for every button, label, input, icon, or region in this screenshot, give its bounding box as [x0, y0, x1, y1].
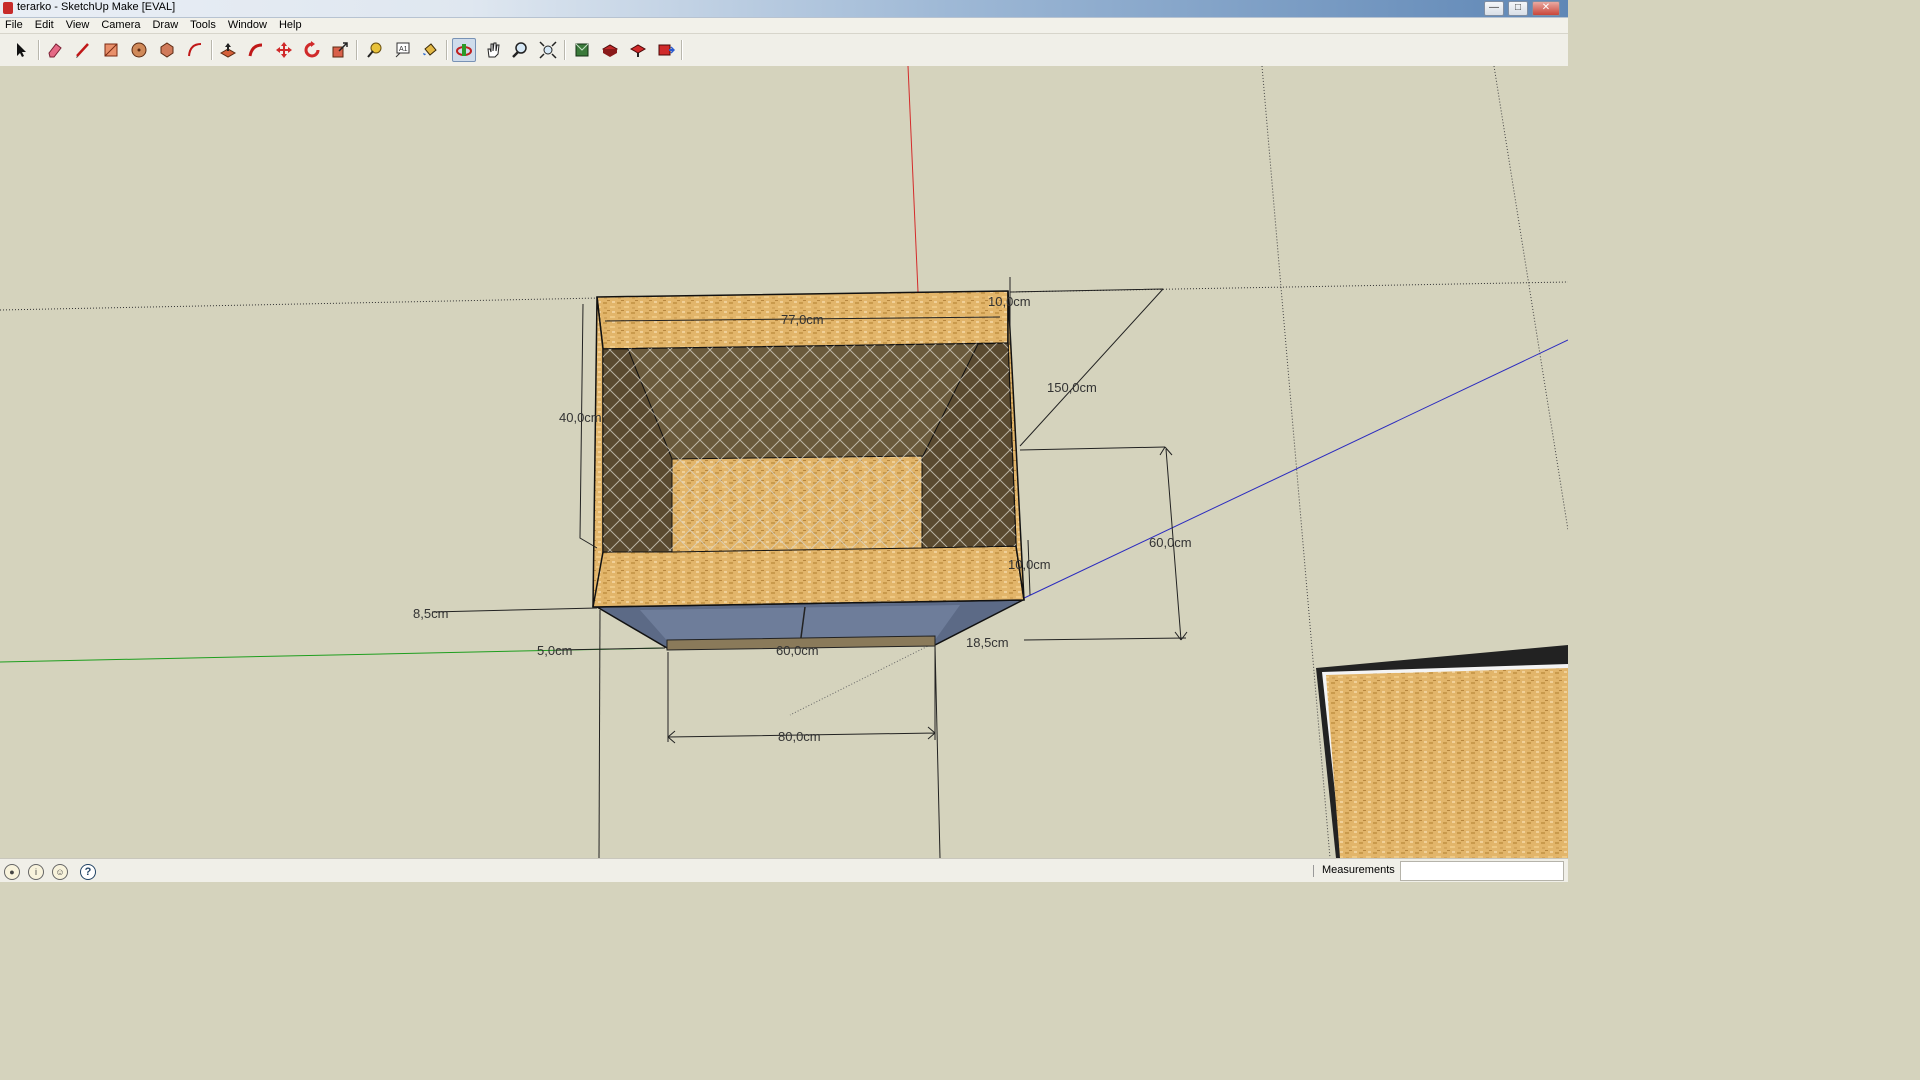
dimension-label[interactable]: 10,0cm	[1008, 557, 1051, 572]
text-label-icon[interactable]: A1	[390, 38, 414, 62]
dimension-label[interactable]: 77,0cm	[781, 312, 824, 327]
measurements-label: Measurements	[1322, 864, 1395, 876]
svg-text:A1: A1	[399, 46, 408, 53]
model-viewport[interactable]: 77,0cm 10,0cm 150,0cm 40,0cm 60,0cm 10,0…	[0, 66, 1568, 858]
blue-axis	[1019, 339, 1568, 601]
circle-icon[interactable]	[127, 38, 151, 62]
guide-line	[1261, 66, 1331, 858]
menu-tools[interactable]: Tools	[184, 18, 222, 33]
close-button[interactable]: ✕	[1532, 1, 1560, 16]
credits-icon[interactable]: i	[28, 864, 44, 880]
zoom-extents-icon[interactable]	[536, 38, 560, 62]
guide-line	[0, 297, 601, 311]
dimension-label[interactable]: 60,0cm	[776, 643, 819, 658]
menu-draw[interactable]: Draw	[146, 18, 184, 33]
paint-bucket-icon[interactable]	[418, 38, 442, 62]
red-axis	[907, 66, 919, 293]
restore-button[interactable]: □	[1508, 1, 1528, 16]
menu-view[interactable]: View	[60, 18, 96, 33]
dimension-label[interactable]: 60,0cm	[1149, 535, 1192, 550]
dimension-label[interactable]: 10,0cm	[988, 294, 1031, 309]
dimension-label[interactable]: 80,0cm	[778, 729, 821, 744]
window-controls: — □ ✕	[1484, 1, 1560, 16]
dimension-label[interactable]: 40,0cm	[559, 410, 602, 425]
rectangle-icon[interactable]	[99, 38, 123, 62]
share-component-icon[interactable]	[626, 38, 650, 62]
get-models-icon[interactable]	[598, 38, 622, 62]
orbit-icon[interactable]	[452, 38, 476, 62]
help-icon[interactable]: ?	[80, 864, 96, 880]
window-title: terarko - SketchUp Make [EVAL]	[17, 1, 176, 13]
menu-camera[interactable]: Camera	[95, 18, 146, 33]
scale-icon[interactable]	[328, 38, 352, 62]
dimension-label[interactable]: 5,0cm	[537, 643, 572, 658]
status-bar: ● i ☺ ? Measurements	[0, 858, 1568, 882]
extension-warehouse-icon[interactable]	[654, 38, 678, 62]
separate-osb-board[interactable]	[1316, 645, 1568, 858]
pan-hand-icon[interactable]	[481, 38, 505, 62]
sketchup-logo-icon	[3, 2, 13, 14]
dimension-label[interactable]: 18,5cm	[966, 635, 1009, 650]
sign-in-icon[interactable]: ☺	[52, 864, 68, 880]
menu-window[interactable]: Window	[222, 18, 273, 33]
rotate-icon[interactable]	[300, 38, 324, 62]
tape-measure-icon[interactable]	[362, 38, 386, 62]
terrarium-model[interactable]	[592, 290, 1025, 651]
menu-bar: File Edit View Camera Draw Tools Window …	[0, 18, 1568, 34]
dimension-label[interactable]: 8,5cm	[413, 606, 448, 621]
dimension-label[interactable]: 150,0cm	[1047, 380, 1097, 395]
polygon-icon[interactable]	[155, 38, 179, 62]
model-canvas[interactable]: 77,0cm 10,0cm 150,0cm 40,0cm 60,0cm 10,0…	[0, 66, 1568, 858]
front-board	[592, 545, 1025, 608]
push-pull-icon[interactable]	[216, 38, 240, 62]
minimize-button[interactable]: —	[1484, 1, 1504, 16]
menu-help[interactable]: Help	[273, 18, 308, 33]
mesh-lid	[603, 343, 1016, 552]
left-side-board	[592, 296, 604, 608]
guide-line	[1493, 66, 1568, 531]
eraser-icon[interactable]	[43, 38, 67, 62]
move-icon[interactable]	[272, 38, 296, 62]
title-bar: terarko - SketchUp Make [EVAL] — □ ✕	[0, 0, 1568, 18]
follow-me-icon[interactable]	[244, 38, 268, 62]
geo-location-icon[interactable]: ●	[4, 864, 20, 880]
menu-file[interactable]: File	[0, 18, 29, 33]
measurements-input[interactable]	[1400, 861, 1564, 881]
arc-icon[interactable]	[183, 38, 207, 62]
3d-warehouse-icon[interactable]	[570, 38, 594, 62]
zoom-icon[interactable]	[508, 38, 532, 62]
menu-edit[interactable]: Edit	[29, 18, 60, 33]
getting-started-toolbar: A1	[0, 34, 1568, 67]
select-arrow-icon[interactable]	[9, 38, 33, 62]
sketchup-window: terarko - SketchUp Make [EVAL] — □ ✕ Fil…	[0, 0, 1568, 882]
pencil-line-icon[interactable]	[71, 38, 95, 62]
